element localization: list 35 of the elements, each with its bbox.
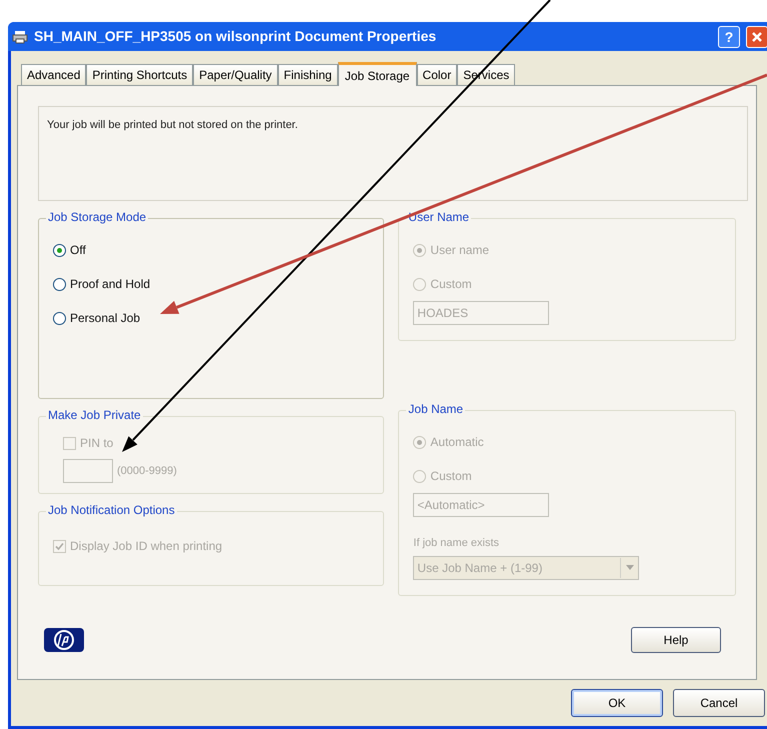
close-icon	[751, 30, 763, 42]
window-title: SH_MAIN_OFF_HP3505 on wilsonprint Document Properties	[34, 27, 438, 46]
radio-label: Proof and Hold	[70, 276, 150, 293]
radio-button[interactable]	[53, 312, 66, 324]
tab[interactable]: Finishing	[278, 64, 338, 85]
tab[interactable]: Color	[416, 64, 458, 85]
help-button[interactable]: ?	[718, 26, 740, 48]
help-button[interactable]: Help	[631, 627, 721, 653]
radio-button[interactable]	[53, 244, 66, 256]
description-text: Your job will be printed but not stored on the printer.	[38, 106, 748, 201]
checkbox-label: PIN to	[80, 435, 114, 452]
group-title: Job Name	[406, 403, 466, 415]
radio-button[interactable]	[53, 278, 66, 290]
tab[interactable]: Paper/Quality	[193, 64, 278, 85]
printer-icon	[12, 30, 28, 44]
caret-icon	[626, 565, 634, 570]
cancel-button[interactable]: Cancel	[673, 689, 765, 717]
group-title: Make Job Private	[46, 409, 143, 421]
close-button[interactable]	[746, 26, 767, 48]
radio-label: Automatic	[430, 434, 484, 451]
tab[interactable]: Job Storage	[338, 62, 417, 86]
tab[interactable]: Advanced	[21, 64, 86, 85]
tab[interactable]: Printing Shortcuts	[86, 64, 194, 85]
group-title: Job Storage Mode	[46, 211, 148, 223]
radio-label: User name	[430, 242, 490, 259]
radio-label: Personal Job	[70, 310, 140, 327]
radio-label: Off	[70, 242, 86, 259]
hint-text: (0000-9999)	[117, 464, 177, 479]
logo-icon	[43, 627, 85, 653]
field-label: If job name exists	[413, 536, 500, 551]
ok-button[interactable]: OK	[571, 689, 663, 717]
radio-label: Custom	[430, 276, 472, 293]
checkbox-label: Display Job ID when printing	[70, 538, 222, 555]
radio-label: Custom	[430, 468, 472, 485]
group-title: Job Notification Options	[46, 504, 177, 516]
